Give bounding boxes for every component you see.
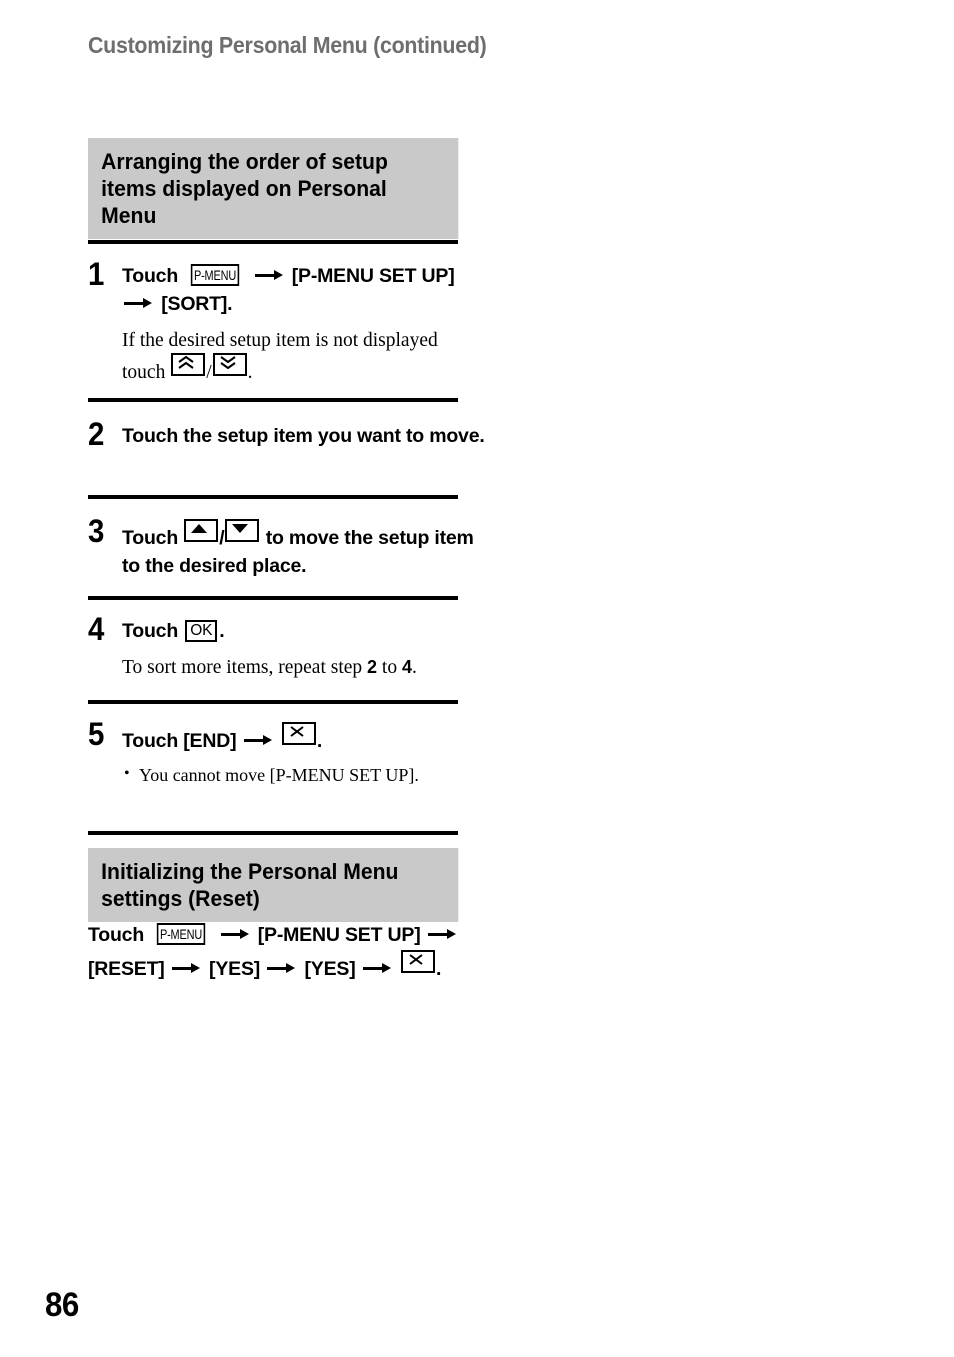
step-title: Touch the setup item you want to move. bbox=[122, 425, 485, 447]
step-body-period: . bbox=[411, 657, 417, 678]
menu-item-yes-1: [YES] bbox=[209, 958, 261, 980]
arrow-right-icon bbox=[267, 962, 297, 974]
menu-item-sort: [SORT]. bbox=[161, 293, 233, 315]
reset-instruction: Touch P-MENU [P-MENU SET UP] [RESET] [YE… bbox=[88, 920, 468, 984]
step-title: Touch [END] . bbox=[122, 722, 492, 755]
running-header: Customizing Personal Menu (continued) bbox=[88, 32, 487, 58]
step-1: 1 Touch P-MENU [P-MENU SET UP] [SORT]. I… bbox=[88, 258, 492, 385]
step-number: 3 bbox=[88, 513, 104, 549]
close-icon[interactable] bbox=[400, 950, 435, 973]
divider-rule bbox=[88, 495, 458, 499]
list-item: You cannot move [P-MENU SET UP]. bbox=[122, 762, 492, 787]
arrow-right-icon bbox=[427, 928, 458, 940]
note-list: You cannot move [P-MENU SET UP]. bbox=[122, 762, 492, 787]
step-ref-b: 4 bbox=[401, 657, 412, 677]
step-3: 3 Touch / to move the setup item to the … bbox=[88, 515, 492, 580]
step-body-touch: touch bbox=[122, 362, 166, 383]
step-title-period: . bbox=[316, 730, 323, 752]
divider-rule bbox=[88, 398, 458, 402]
triangle-down-icon[interactable] bbox=[225, 519, 260, 542]
step-ref-a: 2 bbox=[367, 657, 378, 677]
step-number: 2 bbox=[88, 416, 104, 452]
step-body-period: . bbox=[247, 362, 253, 383]
p-menu-icon[interactable]: P-MENU bbox=[157, 923, 206, 945]
triangle-up-icon[interactable] bbox=[184, 519, 219, 542]
menu-item-p-menu-set-up: [P-MENU SET UP] bbox=[257, 924, 421, 946]
menu-item-yes-2: [YES] bbox=[304, 958, 356, 980]
step-touch-end-label: Touch [END] bbox=[122, 730, 237, 752]
step-body: To sort more items, repeat step 2 to 4. bbox=[122, 655, 492, 680]
menu-item-reset: [RESET] bbox=[88, 958, 165, 980]
section-heading-initializing: Initializing the Personal Menu settings … bbox=[88, 848, 459, 922]
page-number: 86 bbox=[45, 1286, 79, 1324]
step-body-line1: If the desired setup item is not display… bbox=[122, 330, 438, 351]
step-5: 5 Touch [END] . You cannot move [P-MENU … bbox=[88, 718, 492, 787]
divider-rule bbox=[88, 831, 458, 835]
arrow-right-icon bbox=[220, 928, 251, 940]
double-chevron-down-icon[interactable] bbox=[212, 353, 247, 376]
touch-label: Touch bbox=[88, 924, 145, 946]
step-body-pre: To sort more items, repeat step bbox=[122, 657, 363, 678]
p-menu-icon[interactable]: P-MENU bbox=[191, 264, 240, 286]
step-touch-label: Touch bbox=[122, 527, 179, 549]
step-title: Touch / to move the setup item to the de… bbox=[122, 519, 492, 580]
step-touch-label: Touch bbox=[122, 265, 179, 287]
arrow-right-icon bbox=[243, 734, 274, 746]
arrow-right-icon bbox=[171, 962, 202, 974]
divider-rule bbox=[88, 240, 458, 244]
close-icon[interactable] bbox=[281, 722, 316, 745]
step-number: 5 bbox=[88, 716, 104, 752]
step-number: 4 bbox=[88, 611, 104, 647]
arrow-right-icon bbox=[362, 962, 393, 974]
step-touch-label: Touch bbox=[122, 620, 179, 642]
step-number: 1 bbox=[88, 256, 104, 292]
step-title: Touch OK. bbox=[122, 617, 492, 645]
arrow-right-icon bbox=[124, 297, 154, 309]
double-chevron-up-icon[interactable] bbox=[171, 353, 206, 376]
step-title-period: . bbox=[219, 620, 225, 642]
ok-button-icon[interactable]: OK bbox=[185, 620, 218, 642]
step-body: If the desired setup item is not display… bbox=[122, 328, 492, 385]
arrow-right-icon bbox=[254, 269, 285, 281]
step-2: 2 Touch the setup item you want to move. bbox=[88, 418, 492, 450]
divider-rule bbox=[88, 596, 458, 600]
menu-item-p-menu-set-up: [P-MENU SET UP] bbox=[291, 265, 455, 287]
divider-rule bbox=[88, 700, 458, 704]
step-body-mid: to bbox=[381, 657, 398, 678]
instruction-period: . bbox=[435, 958, 442, 980]
slash-separator: / bbox=[206, 362, 212, 383]
step-4: 4 Touch OK. To sort more items, repeat s… bbox=[88, 613, 492, 680]
slash-separator: / bbox=[219, 527, 225, 549]
section-heading-arranging: Arranging the order of setup items displ… bbox=[88, 138, 459, 239]
step-title: Touch P-MENU [P-MENU SET UP] [SORT]. bbox=[122, 262, 492, 318]
